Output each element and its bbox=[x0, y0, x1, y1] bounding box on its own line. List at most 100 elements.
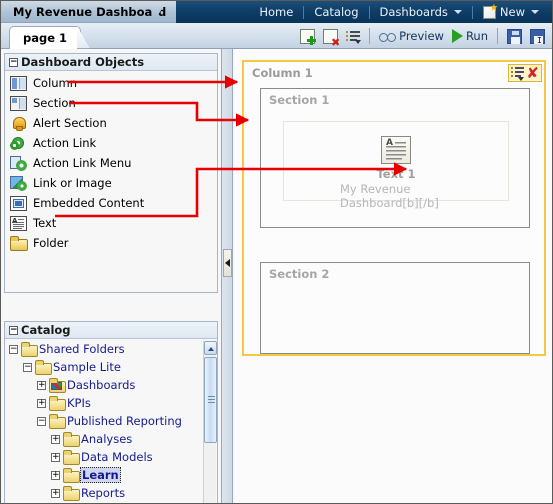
tree-item-label: Reports bbox=[81, 486, 126, 500]
nav-dashboards[interactable]: Dashboards bbox=[371, 1, 471, 23]
tree-toggle-icon[interactable]: + bbox=[51, 488, 60, 498]
dashboard-object-label: Link or Image bbox=[33, 176, 112, 190]
tree-item-data-models[interactable]: + Data Models bbox=[5, 448, 217, 466]
scrollbar-thumb[interactable] bbox=[204, 357, 217, 443]
dashboard-object-action-link[interactable]: Action Link bbox=[5, 133, 217, 153]
add-dashboard-page-button[interactable] bbox=[297, 26, 318, 46]
dashboard-object-action-link-menu[interactable]: Action Link Menu bbox=[5, 153, 217, 173]
properties-list-icon[interactable] bbox=[511, 67, 525, 81]
new-page-star-icon bbox=[482, 5, 496, 19]
tree-item-reports[interactable]: + Reports bbox=[5, 484, 217, 502]
save-as-icon bbox=[530, 28, 545, 45]
dashboard-object-alert-section[interactable]: Alert Section bbox=[5, 113, 217, 133]
dashboard-toolbar: page 1 Preview Run bbox=[1, 23, 552, 49]
save-as-button[interactable] bbox=[527, 26, 548, 46]
tree-toggle-icon[interactable]: − bbox=[9, 344, 18, 354]
nav-new-label: New bbox=[499, 5, 525, 19]
dashboard-object-label: Action Link Menu bbox=[33, 156, 132, 170]
dashboard-object-embedded-content[interactable]: Embedded Content bbox=[5, 193, 217, 213]
text-1-title: Text 1 bbox=[376, 167, 416, 181]
folder-icon bbox=[63, 432, 80, 447]
text-1-object[interactable]: Text 1 My Revenue Dashboard[b][/b] bbox=[340, 136, 452, 210]
page-tab-label: page 1 bbox=[23, 31, 68, 45]
nav-home[interactable]: Home bbox=[250, 1, 302, 23]
alert-bell-icon bbox=[10, 116, 27, 131]
tree-item-shared-folders[interactable]: − Shared Folders bbox=[5, 340, 217, 358]
nav-catalog[interactable]: Catalog bbox=[305, 1, 367, 23]
dashboard-objects-list: Column Section Alert Section Action Link… bbox=[5, 71, 217, 253]
tree-item-dashboards[interactable]: + Dashboards bbox=[5, 376, 217, 394]
application-window: My Revenue Dashboard Home Catalog Dashbo… bbox=[0, 0, 553, 504]
catalog-panel: − Catalog − Shared Folders − Sample Lite… bbox=[4, 321, 218, 503]
dashboard-object-label: Text bbox=[33, 216, 57, 230]
delete-dashboard-page-button[interactable] bbox=[320, 26, 341, 48]
dashboard-title-tab: My Revenue Dashboard bbox=[1, 1, 177, 23]
image-icon bbox=[10, 175, 27, 191]
catalog-scrollbar[interactable] bbox=[203, 341, 217, 503]
section-2-label: Section 2 bbox=[269, 267, 330, 281]
tree-toggle-icon[interactable]: − bbox=[23, 362, 32, 372]
catalog-title: Catalog bbox=[21, 323, 71, 337]
new-page-icon bbox=[300, 28, 317, 45]
collapse-left-arrow-icon[interactable] bbox=[223, 249, 232, 277]
nav-catalog-label: Catalog bbox=[314, 5, 359, 19]
tree-item-label: Dashboards bbox=[67, 378, 136, 392]
collapse-icon[interactable]: − bbox=[9, 57, 18, 67]
glasses-icon bbox=[379, 31, 397, 42]
tree-item-kpis[interactable]: + KPIs bbox=[5, 394, 217, 412]
tree-item-published-reporting[interactable]: − Published Reporting bbox=[5, 412, 217, 430]
pane-splitter[interactable] bbox=[221, 49, 233, 503]
column-icon bbox=[10, 75, 27, 91]
properties-list-icon bbox=[346, 30, 362, 44]
dashboard-object-folder[interactable]: Folder bbox=[5, 233, 217, 253]
tree-toggle-icon[interactable]: − bbox=[37, 416, 46, 426]
red-x-icon[interactable]: ✘ bbox=[526, 65, 539, 80]
scroll-up-arrow-icon[interactable] bbox=[204, 341, 217, 355]
dashboard-object-column[interactable]: Column bbox=[5, 73, 217, 93]
global-header-nav: Home Catalog Dashboards New bbox=[250, 1, 548, 23]
tree-item-label: Published Reporting bbox=[67, 414, 182, 428]
delete-page-icon bbox=[323, 28, 340, 48]
dashboard-objects-header: − Dashboard Objects bbox=[5, 54, 217, 71]
preview-label: Preview bbox=[399, 29, 444, 43]
run-button[interactable]: Run bbox=[449, 26, 491, 46]
column-1-container[interactable]: Column 1 ✘ Section 1 Text 1 My Revenue D… bbox=[242, 60, 546, 356]
left-pane: − Dashboard Objects Column Section Alert… bbox=[1, 49, 221, 503]
nav-divider bbox=[303, 5, 305, 19]
dashboard-object-text[interactable]: Text bbox=[5, 213, 217, 233]
section-1-dropzone[interactable]: Text 1 My Revenue Dashboard[b][/b] bbox=[283, 121, 509, 210]
open-folder-icon bbox=[35, 360, 52, 375]
collapse-icon[interactable]: − bbox=[9, 325, 18, 335]
dashboard-object-link-or-image[interactable]: Link or Image bbox=[5, 173, 217, 193]
save-icon bbox=[507, 28, 522, 44]
tree-item-analyses[interactable]: + Analyses bbox=[5, 430, 217, 448]
tree-toggle-icon[interactable]: + bbox=[37, 398, 46, 408]
tree-toggle-icon[interactable]: + bbox=[51, 470, 60, 480]
run-label: Run bbox=[465, 29, 488, 43]
tree-toggle-icon[interactable]: + bbox=[51, 452, 60, 462]
nav-divider bbox=[368, 5, 370, 19]
section-1-container[interactable]: Section 1 Text 1 My Revenue Dashboard[b]… bbox=[260, 88, 530, 228]
tree-item-sample-lite[interactable]: − Sample Lite bbox=[5, 358, 217, 376]
dashboards-folder-icon bbox=[49, 378, 66, 393]
section-2-container[interactable]: Section 2 bbox=[260, 262, 530, 354]
tree-item-label: Analyses bbox=[81, 432, 133, 446]
nav-new[interactable]: New bbox=[474, 1, 548, 23]
tree-item-label: KPIs bbox=[67, 396, 91, 410]
page-tab-page-1[interactable]: page 1 bbox=[9, 26, 82, 49]
section-1-header: Section 1 bbox=[261, 89, 529, 111]
preview-button[interactable]: Preview bbox=[376, 26, 447, 46]
chevron-down-icon bbox=[531, 10, 539, 14]
tools-properties-button[interactable] bbox=[343, 26, 363, 46]
dashboard-title: My Revenue Dashboard bbox=[13, 4, 167, 19]
top-blue-bar: My Revenue Dashboard Home Catalog Dashbo… bbox=[1, 1, 552, 23]
folder-icon bbox=[63, 450, 80, 465]
catalog-tree: − Shared Folders − Sample Lite + Dashboa… bbox=[5, 340, 217, 503]
dashboard-object-section[interactable]: Section bbox=[5, 93, 217, 113]
save-button[interactable] bbox=[504, 26, 525, 46]
tree-toggle-icon[interactable]: + bbox=[51, 434, 60, 444]
page-tab-slant bbox=[77, 26, 90, 49]
chevron-down-icon bbox=[453, 10, 462, 14]
tree-toggle-icon[interactable]: + bbox=[37, 380, 46, 390]
tree-item-learn[interactable]: + Learn bbox=[5, 466, 217, 484]
